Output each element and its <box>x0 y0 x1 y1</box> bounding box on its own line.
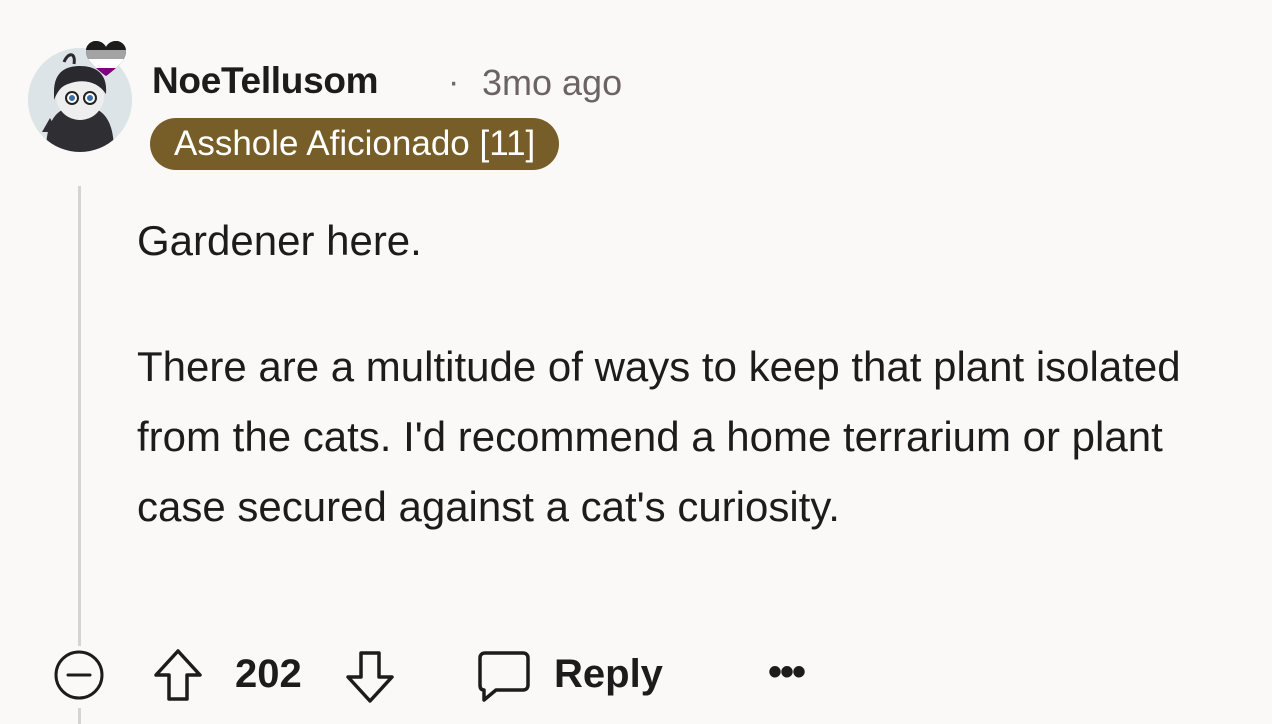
comment-body: Gardener here. There are a multitude of … <box>137 206 1237 542</box>
comment-paragraph: Gardener here. <box>137 217 422 264</box>
collapse-button[interactable] <box>53 649 105 701</box>
comment-paragraph: There are a multitude of ways to keep th… <box>137 343 1181 530</box>
arrow-down-icon <box>346 651 394 703</box>
speech-bubble-icon <box>478 651 530 702</box>
vote-score: 202 <box>235 652 302 696</box>
heart-icon <box>84 40 128 83</box>
timestamp[interactable]: 3mo ago <box>482 62 622 104</box>
user-flair: Asshole Aficionado [11] <box>150 118 560 170</box>
meta-separator: · <box>448 63 460 101</box>
upvote-button[interactable] <box>152 647 204 708</box>
thread-line[interactable] <box>78 186 81 646</box>
arrow-up-icon <box>154 649 202 701</box>
username[interactable]: NoeTellusom <box>152 60 379 102</box>
downvote-button[interactable] <box>344 649 396 710</box>
reply-button[interactable] <box>476 649 532 708</box>
more-options-button[interactable]: ••• <box>768 650 806 695</box>
minus-circle-icon <box>54 650 104 700</box>
thread-line-continuation[interactable] <box>78 708 81 724</box>
reply-label[interactable]: Reply <box>554 652 663 697</box>
